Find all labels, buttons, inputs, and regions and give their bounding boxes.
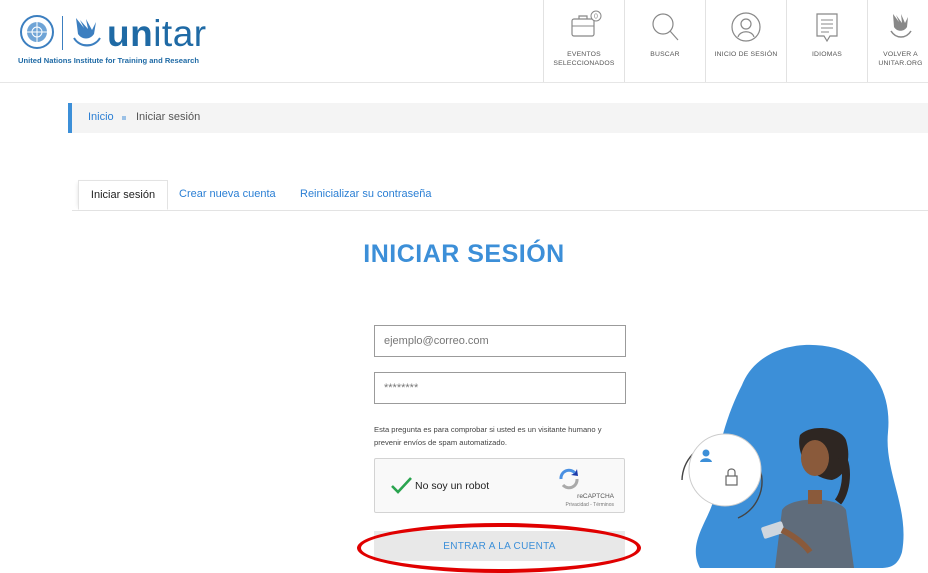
captcha-label: No soy un robot — [415, 480, 490, 492]
recaptcha-widget: No soy un robot reCAPTCHA Privacidad - T… — [374, 458, 625, 513]
nav-eventos-seleccionados[interactable]: 0 EVENTOS SELECCIONADOS — [543, 0, 624, 82]
breadcrumb-separator — [122, 116, 126, 120]
page-title: INICIAR SESIÓN — [363, 240, 565, 268]
tab-iniciar-sesion[interactable]: Iniciar sesión — [78, 180, 168, 210]
briefcase-icon: 0 — [571, 10, 602, 37]
breadcrumb: Inicio Iniciar sesión — [68, 103, 928, 133]
email-field[interactable] — [374, 325, 626, 357]
password-field[interactable] — [374, 372, 626, 404]
nav-eventos-line2: SELECCIONADOS — [553, 60, 615, 67]
nav-buscar[interactable]: BUSCAR — [624, 0, 705, 82]
nav-idiomas[interactable]: IDIOMAS — [786, 0, 867, 82]
unitar-logo[interactable]: unitar United Nations Institute for Trai… — [16, 14, 216, 70]
nav-label-buscar: BUSCAR — [650, 51, 680, 58]
eventos-badge: 0 — [594, 14, 598, 21]
tab-crear-cuenta[interactable]: Crear nueva cuenta — [179, 180, 276, 210]
nav-label-idiomas: IDIOMAS — [811, 51, 843, 58]
login-submit-button[interactable]: ENTRAR A LA CUENTA — [374, 531, 625, 561]
unitar-bird-icon — [73, 18, 101, 47]
logo-tagline: United Nations Institute for Training an… — [18, 56, 200, 65]
logo-wordmark-regular: itar — [153, 13, 207, 54]
nav-inicio-de-sesion[interactable]: INICIO DE SESIÓN — [705, 0, 786, 82]
recaptcha-logo-icon — [559, 468, 579, 490]
breadcrumb-current: Iniciar sesión — [136, 111, 201, 123]
nav-label-inicio: INICIO DE SESIÓN — [714, 51, 778, 58]
captcha-brand: reCAPTCHA — [577, 493, 614, 500]
captcha-links[interactable]: Privacidad - Términos — [565, 502, 614, 508]
auth-tabs: Iniciar sesión Crear nueva cuenta Reinic… — [72, 180, 928, 211]
speech-doc-icon — [816, 13, 838, 43]
login-illustration — [681, 344, 904, 568]
user-circle-icon — [731, 12, 761, 42]
breadcrumb-home-link[interactable]: Inicio — [88, 111, 114, 123]
logo-wordmark-bold: un — [107, 13, 154, 54]
nav-label-volver: VOLVER A UNITAR.ORG — [868, 50, 928, 68]
captcha-help-text: Esta pregunta es para comprobar si usted… — [374, 425, 602, 447]
nav-volver-unitar[interactable]: VOLVER A UNITAR.ORG — [867, 0, 928, 82]
tab-reinicializar-contrasena[interactable]: Reinicializar su contraseña — [300, 180, 431, 210]
nav-eventos-line1: EVENTOS — [567, 51, 601, 58]
unitar-bird-icon — [889, 14, 912, 38]
site-header: unitar United Nations Institute for Trai… — [0, 0, 928, 83]
logo-wordmark: unitar — [107, 14, 207, 54]
top-nav: 0 EVENTOS SELECCIONADOS BUSCAR INICIO DE… — [543, 0, 928, 82]
search-icon — [652, 13, 679, 41]
un-emblem-icon — [20, 15, 54, 49]
logo-divider — [62, 16, 63, 50]
checkmark-icon[interactable] — [389, 473, 413, 497]
nav-label-eventos: EVENTOS SELECCIONADOS — [544, 50, 624, 68]
nav-volver-line2: UNITAR.ORG — [878, 60, 923, 67]
nav-volver-line1: VOLVER A — [883, 51, 918, 58]
